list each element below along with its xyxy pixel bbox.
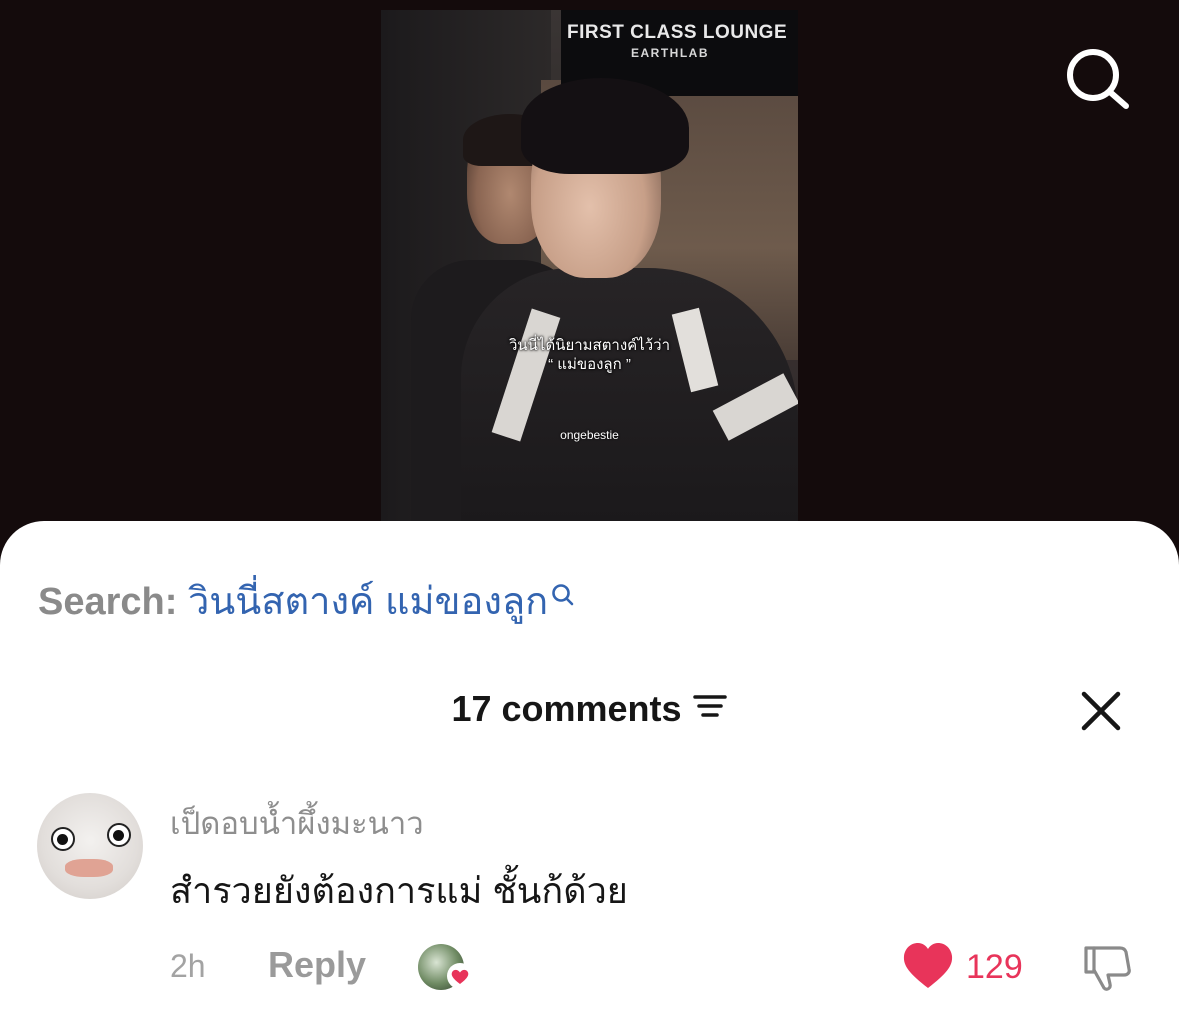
heart-icon [447,963,473,989]
video-person-foreground-hair [521,78,689,174]
sort-icon [692,695,727,718]
comment-text: สำรวยยังต้องการแม่ ชั้นก้ด้วย [170,870,628,911]
avatar-eye [107,823,131,847]
reply-button[interactable]: Reply [268,944,366,986]
thumbs-down-icon [1084,946,1131,991]
heart-icon [903,943,953,988]
video-player[interactable]: FIRST CLASS LOUNGE EARTHLAB วินนี่ได้นิย… [0,0,1179,560]
avatar[interactable] [37,793,143,899]
comments-header: 17 comments [0,688,1179,730]
video-caption-line: วินนี่ได้นิยามสตางค์ไว้ว่า [508,337,671,354]
sort-button[interactable] [692,688,728,730]
close-button[interactable] [1078,688,1124,734]
search-icon [550,576,576,619]
search-icon [1067,49,1129,109]
video-caption-line: “ แม่ของลูก ” [548,356,631,373]
search-suggestion[interactable]: Search: วินนี่สตางค์ แม่ของลูก [38,570,576,631]
close-icon [1081,691,1121,731]
search-button[interactable] [1058,40,1138,120]
comment-timestamp: 2h [170,948,206,984]
dislike-button[interactable] [1080,942,1134,996]
search-suggestion-prefix: Search: [38,581,178,623]
video-caption: วินนี่ได้นิยามสตางค์ไว้ว่า “ แม่ของลูก ” [381,336,798,374]
creator-liked-badge [418,940,474,992]
avatar-mouth [65,859,113,877]
comment-username[interactable]: เป็ดอบน้ำผึ้งมะนาว [170,798,424,848]
like-count: 129 [966,948,1023,986]
video-frame[interactable]: FIRST CLASS LOUNGE EARTHLAB วินนี่ได้นิย… [381,10,798,522]
video-watermark: ongebestie [560,428,619,442]
lounge-sign-title: FIRST CLASS LOUNGE [567,22,788,43]
comments-count: 17 comments [451,688,682,729]
search-suggestion-query[interactable]: วินนี่สตางค์ แม่ของลูก [188,581,548,623]
avatar-eye [51,827,75,851]
lounge-sign-subtitle: EARTHLAB [631,46,709,60]
